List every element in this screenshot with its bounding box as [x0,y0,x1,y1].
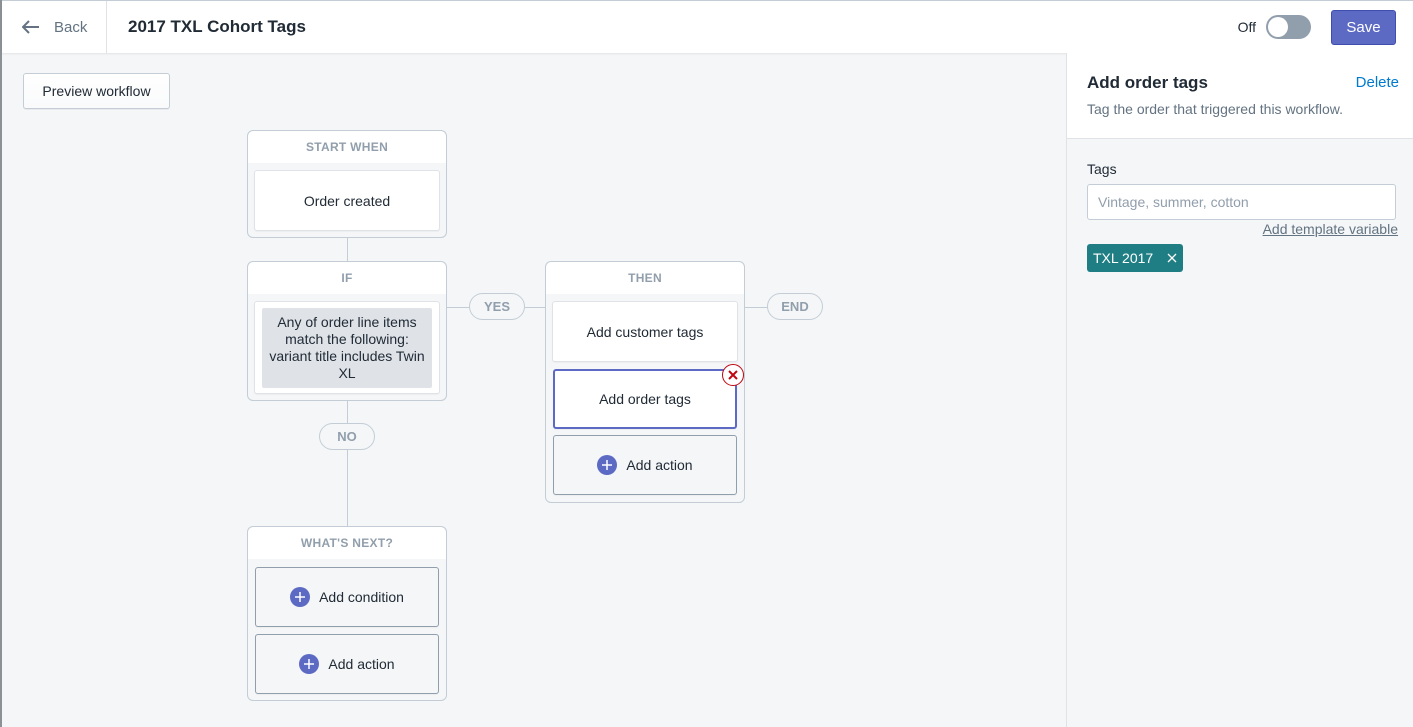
remove-tag-button[interactable] [1167,253,1177,263]
connector-no-next [347,450,348,526]
tags-label: Tags [1087,161,1117,177]
panel-description: Tag the order that triggered this workfl… [1087,101,1344,117]
connector-if-yes [447,307,470,308]
condition-text: Any of order line items match the follow… [262,307,432,388]
if-heading: IF [248,262,446,294]
action-label: Add customer tags [586,323,704,340]
tags-input[interactable] [1087,184,1396,220]
close-icon [1167,253,1177,263]
add-action-button[interactable]: Add action [255,634,439,694]
panel-header: Add order tags Delete Tag the order that… [1067,53,1413,139]
add-action-button[interactable]: Add action [553,435,737,495]
no-branch-label: NO [319,423,375,450]
panel-title: Add order tags [1087,73,1208,92]
workflow-enabled-toggle[interactable] [1266,15,1311,39]
toggle-label: Off [1237,19,1256,35]
preview-workflow-button[interactable]: Preview workflow [23,73,170,109]
end-label: END [767,293,823,320]
add-action-label: Add action [626,457,693,473]
page-title: 2017 TXL Cohort Tags [128,17,306,36]
arrow-left-icon [22,20,39,34]
toggle-knob [1268,17,1288,37]
condition-card[interactable]: Any of order line items match the follow… [254,301,440,394]
trigger-card[interactable]: Order created [254,170,440,231]
action-label: Add order tags [599,391,691,407]
add-condition-label: Add condition [319,589,404,605]
back-label: Back [54,18,88,36]
workflow-canvas: Preview workflow START WHEN Order create… [2,53,1066,727]
tag-chip-label: TXL 2017 [1093,250,1154,266]
connector-yes-then [525,307,546,308]
back-button[interactable]: Back [2,1,107,53]
connector-if-no [347,401,348,423]
remove-action-button[interactable] [722,364,744,386]
tag-chip: TXL 2017 [1087,244,1184,272]
action-card[interactable]: Add customer tags [552,301,738,362]
delete-action-link[interactable]: Delete [1356,74,1399,91]
add-action-label: Add action [328,656,395,672]
connector-then-end [745,307,768,308]
plus-icon [290,587,311,607]
connector-start-if [347,238,348,261]
plus-icon [299,654,320,674]
plus-icon [597,455,618,475]
add-condition-button[interactable]: Add condition [255,567,439,627]
save-button[interactable]: Save [1331,9,1396,45]
close-icon [728,370,738,380]
yes-branch-label: YES [469,293,525,320]
action-card-selected[interactable]: Add order tags [553,369,737,429]
then-heading: THEN [546,262,744,294]
whats-next-heading: WHAT'S NEXT? [248,527,446,559]
trigger-label: Order created [303,192,391,209]
action-settings-panel: Add order tags Delete Tag the order that… [1066,53,1413,727]
start-when-heading: START WHEN [248,131,446,163]
top-bar: Back 2017 TXL Cohort Tags Off Save [2,0,1413,53]
add-template-variable-link[interactable]: Add template variable [1263,221,1398,237]
